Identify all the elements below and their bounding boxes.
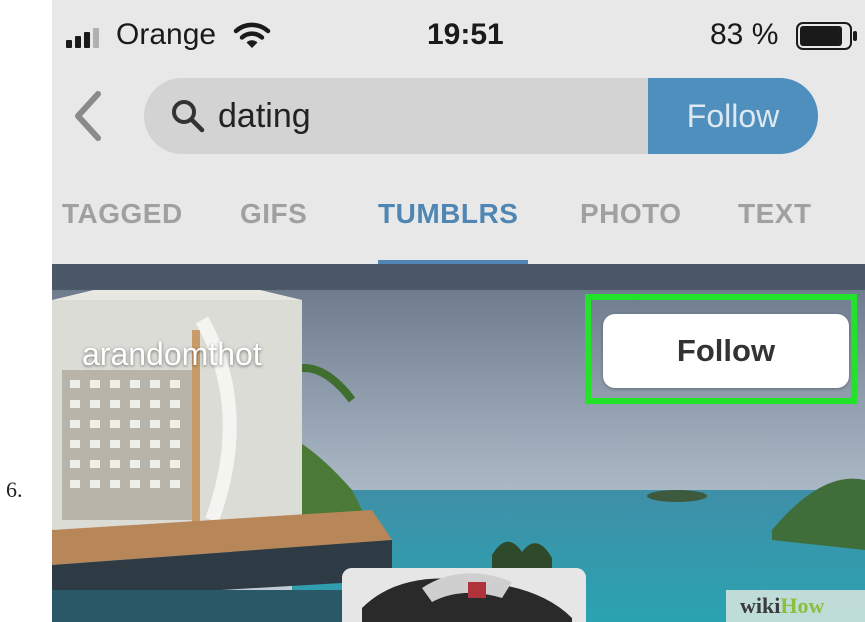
blog-name[interactable]: arandomthot — [82, 336, 262, 373]
clock-time: 19:51 — [427, 18, 504, 51]
blog-card[interactable]: arandomthot Follow wikiHow — [52, 290, 865, 622]
tab-tagged[interactable]: TAGGED — [62, 198, 183, 230]
signal-icon — [66, 28, 99, 48]
tab-tumblrs[interactable]: TUMBLRS — [378, 198, 518, 230]
tab-fade — [805, 164, 865, 264]
follow-blog-button[interactable]: Follow — [603, 314, 849, 388]
carrier-name: Orange — [116, 18, 217, 51]
tab-photo[interactable]: PHOTO — [580, 198, 682, 230]
search-header: Follow — [52, 72, 865, 164]
back-chevron-icon[interactable] — [68, 86, 108, 146]
watermark-part1: wiki — [740, 593, 781, 618]
battery-percent: 83 % — [710, 18, 779, 51]
watermark-part2: How — [780, 593, 825, 618]
avatar[interactable] — [342, 568, 586, 622]
search-input[interactable] — [218, 90, 618, 142]
follow-search-button[interactable]: Follow — [648, 78, 818, 154]
status-bar: Orange 19:51 83 % — [52, 0, 865, 72]
search-bar[interactable]: Follow — [144, 78, 818, 154]
search-tabs: : TAGGED GIFS TUMBLRS PHOTO TEXT — [52, 164, 865, 264]
battery-icon — [796, 22, 857, 50]
wikihow-watermark: wikiHow — [726, 590, 865, 622]
tab-gifs[interactable]: GIFS — [240, 198, 307, 230]
phone-screen: Orange 19:51 83 % Follow : TAG — [52, 0, 865, 622]
search-icon — [172, 100, 205, 133]
step-number: 6. — [6, 477, 23, 502]
tab-text[interactable]: TEXT — [738, 198, 812, 230]
wifi-icon — [233, 22, 271, 48]
avatar-image — [342, 568, 586, 622]
header-divider — [52, 264, 865, 290]
